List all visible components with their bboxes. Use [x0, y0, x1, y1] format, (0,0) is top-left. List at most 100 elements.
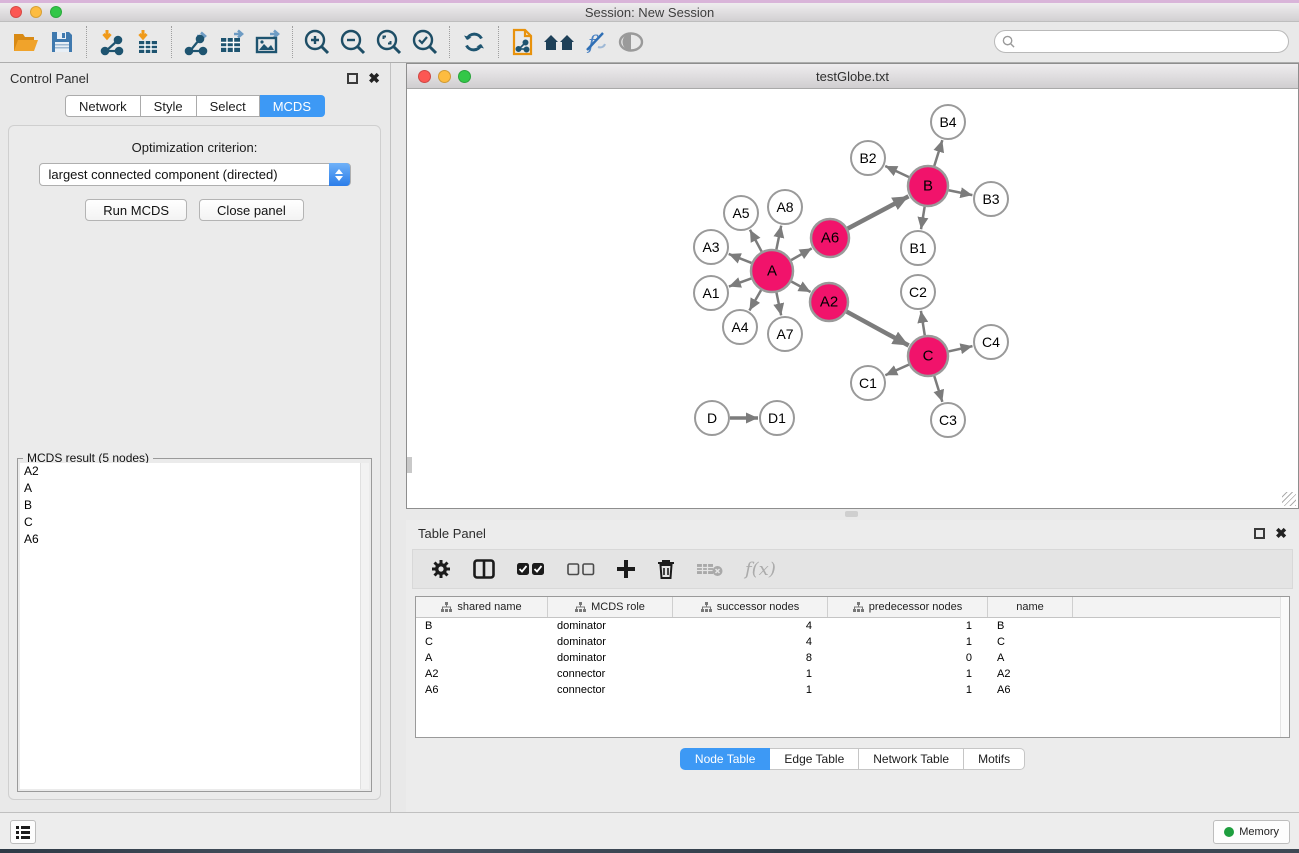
graph-edge-C-C3[interactable]: [934, 376, 942, 402]
float-panel-icon[interactable]: [347, 73, 358, 84]
table-cell[interactable]: 1: [828, 620, 988, 632]
graph-node-C4[interactable]: C4: [974, 325, 1008, 359]
graph-node-A4[interactable]: A4: [723, 310, 757, 344]
table-body[interactable]: Bdominator41BCdominator41CAdominator80AA…: [416, 618, 1289, 698]
tab-node-table[interactable]: Node Table: [680, 748, 771, 770]
table-row[interactable]: A6connector11A6: [416, 682, 1289, 698]
graph-node-C2[interactable]: C2: [901, 275, 935, 309]
graph-edge-A-A7[interactable]: [776, 293, 781, 316]
table-row[interactable]: Adominator80A: [416, 650, 1289, 666]
tab-style[interactable]: Style: [141, 95, 197, 117]
graph-node-D1[interactable]: D1: [760, 401, 794, 435]
import-table-button[interactable]: [129, 25, 165, 59]
table-row[interactable]: Cdominator41C: [416, 634, 1289, 650]
graph-edge-A-A1[interactable]: [729, 278, 751, 286]
graph-edge-C-C2[interactable]: [921, 311, 925, 335]
deselect-all-columns-button[interactable]: [567, 562, 595, 576]
graph-node-C[interactable]: C: [908, 336, 948, 376]
split-columns-button[interactable]: [473, 559, 495, 579]
graph-edge-A-A4[interactable]: [749, 290, 761, 310]
table-cell[interactable]: 1: [828, 668, 988, 680]
graph-edge-A-A8[interactable]: [776, 226, 781, 250]
graph-node-D[interactable]: D: [695, 401, 729, 435]
minimize-window-button[interactable]: [30, 6, 42, 18]
graph-node-A3[interactable]: A3: [694, 230, 728, 264]
hide-fx-button[interactable]: f: [577, 25, 613, 59]
table-cell[interactable]: A2: [416, 668, 548, 680]
table-settings-button[interactable]: [431, 559, 451, 579]
result-item-A[interactable]: A: [20, 480, 369, 497]
export-table-button[interactable]: [214, 25, 250, 59]
graph-node-B1[interactable]: B1: [901, 231, 935, 265]
graph-edge-A-A3[interactable]: [729, 254, 752, 263]
table-cell[interactable]: A6: [416, 684, 548, 696]
table-cell[interactable]: dominator: [548, 636, 673, 648]
table-cell[interactable]: B: [416, 620, 548, 632]
graph-edge-A2-C[interactable]: [847, 312, 909, 346]
column-header-MCDS-role[interactable]: MCDS role: [548, 597, 673, 617]
graph-edge-C-C4[interactable]: [948, 346, 972, 351]
zoom-selected-button[interactable]: [407, 25, 443, 59]
table-cell[interactable]: dominator: [548, 652, 673, 664]
table-cell[interactable]: 8: [673, 652, 828, 664]
tab-network[interactable]: Network: [65, 95, 141, 117]
splitter-handle[interactable]: [845, 511, 858, 517]
zoom-window-button[interactable]: [50, 6, 62, 18]
table-cell[interactable]: 4: [673, 620, 828, 632]
run-mcds-button[interactable]: Run MCDS: [85, 199, 187, 221]
window-resize-grip[interactable]: [1282, 492, 1296, 506]
table-cell[interactable]: A6: [988, 684, 1073, 696]
network-close-button[interactable]: [418, 70, 431, 83]
add-column-button[interactable]: [617, 560, 635, 578]
search-input[interactable]: [1019, 35, 1269, 49]
delete-column-button[interactable]: [657, 559, 675, 579]
graph-node-A[interactable]: A: [751, 250, 793, 292]
graph-edge-A6-B[interactable]: [848, 196, 909, 228]
import-network-button[interactable]: [93, 25, 129, 59]
graph-node-A5[interactable]: A5: [724, 196, 758, 230]
table-row[interactable]: A2connector11A2: [416, 666, 1289, 682]
graph-edge-B-B1[interactable]: [921, 207, 925, 230]
graph-node-A6[interactable]: A6: [811, 219, 849, 257]
table-cell[interactable]: connector: [548, 668, 673, 680]
save-session-button[interactable]: [44, 25, 80, 59]
close-panel-button[interactable]: Close panel: [199, 199, 304, 221]
new-session-from-network-button[interactable]: [505, 25, 541, 59]
graph-node-B3[interactable]: B3: [974, 182, 1008, 216]
tab-edge-table[interactable]: Edge Table: [770, 748, 859, 770]
open-file-button[interactable]: [8, 25, 44, 59]
close-panel-icon[interactable]: ✖: [368, 73, 380, 84]
table-scrollbar[interactable]: [1280, 597, 1289, 737]
graph-node-A8[interactable]: A8: [768, 190, 802, 224]
graph-edge-B-B2[interactable]: [885, 166, 909, 177]
graph-edge-C-C1[interactable]: [885, 365, 909, 376]
graph-node-B2[interactable]: B2: [851, 141, 885, 175]
app-titlebar[interactable]: Session: New Session: [0, 3, 1299, 22]
graph-node-C1[interactable]: C1: [851, 366, 885, 400]
close-table-panel-icon[interactable]: ✖: [1275, 528, 1287, 539]
graph-node-A7[interactable]: A7: [768, 317, 802, 351]
tab-network-table[interactable]: Network Table: [859, 748, 964, 770]
table-cell[interactable]: 1: [828, 636, 988, 648]
zoom-out-button[interactable]: [335, 25, 371, 59]
column-header-shared-name[interactable]: shared name: [416, 597, 548, 617]
graph-node-B[interactable]: B: [908, 166, 948, 206]
table-cell[interactable]: connector: [548, 684, 673, 696]
show-graphics-button[interactable]: [613, 25, 649, 59]
export-network-button[interactable]: [178, 25, 214, 59]
mcds-result-list[interactable]: A2ABCA6: [20, 463, 369, 789]
network-zoom-button[interactable]: [458, 70, 471, 83]
table-cell[interactable]: 4: [673, 636, 828, 648]
graph-edge-B-B4[interactable]: [934, 140, 942, 166]
table-row[interactable]: Bdominator41B: [416, 618, 1289, 634]
zoom-in-button[interactable]: [299, 25, 335, 59]
close-window-button[interactable]: [10, 6, 22, 18]
network-canvas[interactable]: B4B2BB3A5A8A6A3B1AC2A1A2A4A7C4CC1C3DD1: [407, 89, 1298, 508]
table-cell[interactable]: 1: [828, 684, 988, 696]
table-cell[interactable]: C: [988, 636, 1073, 648]
optimization-criterion-dropdown[interactable]: largest connected component (directed): [39, 163, 351, 186]
home-network-button[interactable]: [541, 25, 577, 59]
result-scrollbar[interactable]: [360, 463, 369, 789]
graph-node-B4[interactable]: B4: [931, 105, 965, 139]
tab-select[interactable]: Select: [197, 95, 260, 117]
